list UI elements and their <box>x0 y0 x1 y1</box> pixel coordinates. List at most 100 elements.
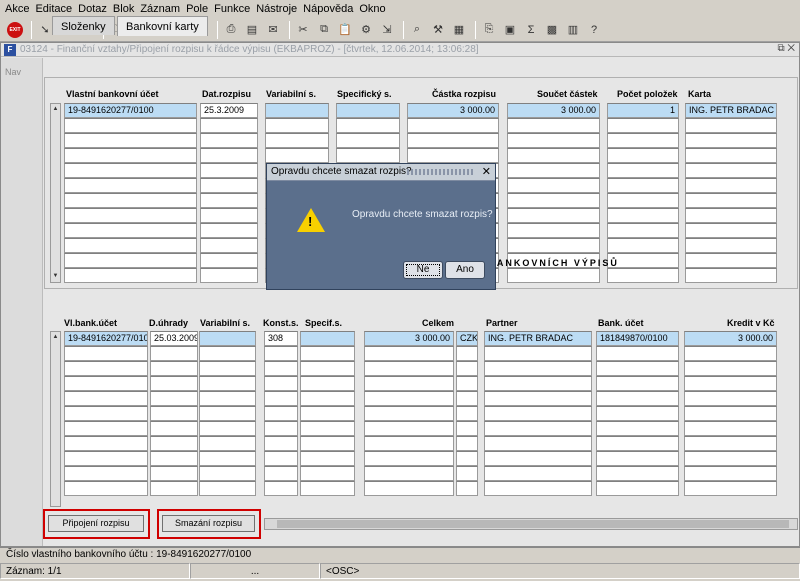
copy-icon[interactable]: ⧉ <box>315 21 333 39</box>
top-empty-cell[interactable] <box>607 118 679 133</box>
top-empty-cell[interactable] <box>507 223 600 238</box>
top-cell-spec[interactable] <box>336 103 400 118</box>
bottom-empty-cell[interactable] <box>150 361 198 376</box>
top-empty-cell[interactable] <box>507 133 600 148</box>
bottom-empty-cell[interactable] <box>596 346 679 361</box>
top-empty-cell[interactable] <box>200 268 258 283</box>
bottom-cell-account[interactable]: 19-8491620277/0100 <box>64 331 148 346</box>
top-empty-cell[interactable] <box>200 118 258 133</box>
bottom-empty-cell[interactable] <box>684 451 777 466</box>
top-empty-cell[interactable] <box>685 193 777 208</box>
bottom-empty-cell[interactable] <box>64 376 148 391</box>
bottom-empty-cell[interactable] <box>484 406 592 421</box>
top-empty-cell[interactable] <box>607 178 679 193</box>
top-empty-cell[interactable] <box>507 148 600 163</box>
bottom-cell-partner[interactable]: ING. PETR BRADAC <box>484 331 592 346</box>
top-empty-cell[interactable] <box>607 148 679 163</box>
bottom-cell-cur[interactable]: CZK <box>456 331 478 346</box>
bottom-empty-cell[interactable] <box>264 451 298 466</box>
bottom-empty-cell[interactable] <box>364 361 454 376</box>
menu-item-8[interactable]: Nápověda <box>300 3 356 15</box>
menu-item-5[interactable]: Pole <box>183 3 211 15</box>
cut-icon[interactable]: ✂ <box>294 21 312 39</box>
bottom-empty-cell[interactable] <box>456 421 478 436</box>
top-empty-cell[interactable] <box>407 118 499 133</box>
top-cell-amount[interactable]: 3 000.00 <box>407 103 499 118</box>
menu-item-0[interactable]: Akce <box>2 3 32 15</box>
report-icon[interactable]: ▣ <box>501 21 519 39</box>
calculator-icon[interactable]: ▥ <box>564 21 582 39</box>
bottom-empty-cell[interactable] <box>484 346 592 361</box>
top-empty-cell[interactable] <box>685 268 777 283</box>
exit-button[interactable]: EXIT <box>6 21 24 39</box>
bottom-empty-cell[interactable] <box>264 376 298 391</box>
top-empty-cell[interactable] <box>200 253 258 268</box>
top-empty-cell[interactable] <box>685 208 777 223</box>
top-empty-cell[interactable] <box>407 133 499 148</box>
sum-icon[interactable]: Σ <box>522 21 540 39</box>
bottom-empty-cell[interactable] <box>300 376 355 391</box>
top-empty-cell[interactable] <box>607 208 679 223</box>
top-empty-cell[interactable] <box>607 223 679 238</box>
bottom-empty-cell[interactable] <box>364 466 454 481</box>
top-empty-cell[interactable] <box>685 223 777 238</box>
bottom-empty-cell[interactable] <box>596 376 679 391</box>
bottom-empty-cell[interactable] <box>300 451 355 466</box>
bottom-empty-cell[interactable] <box>300 466 355 481</box>
bottom-empty-cell[interactable] <box>199 391 256 406</box>
bottom-empty-cell[interactable] <box>484 376 592 391</box>
top-empty-cell[interactable] <box>265 133 329 148</box>
top-cell-sum[interactable]: 3 000.00 <box>507 103 600 118</box>
bottom-empty-cell[interactable] <box>596 451 679 466</box>
top-empty-cell[interactable] <box>200 208 258 223</box>
top-empty-cell[interactable] <box>507 178 600 193</box>
top-empty-cell[interactable] <box>607 238 679 253</box>
bottom-empty-cell[interactable] <box>484 361 592 376</box>
scroll-down-arrow-icon[interactable]: ▼ <box>51 272 60 281</box>
bottom-empty-cell[interactable] <box>150 346 198 361</box>
menu-item-3[interactable]: Blok <box>110 3 137 15</box>
bottom-empty-cell[interactable] <box>150 436 198 451</box>
excel-icon[interactable]: ▩ <box>543 21 561 39</box>
bottom-empty-cell[interactable] <box>364 481 454 496</box>
bottom-empty-cell[interactable] <box>364 391 454 406</box>
top-empty-cell[interactable] <box>200 133 258 148</box>
bottom-empty-cell[interactable] <box>456 466 478 481</box>
bottom-empty-cell[interactable] <box>684 361 777 376</box>
bottom-empty-cell[interactable] <box>684 346 777 361</box>
bottom-empty-cell[interactable] <box>150 376 198 391</box>
menu-item-2[interactable]: Dotaz <box>75 3 110 15</box>
bottom-cell-total[interactable]: 3 000.00 <box>364 331 454 346</box>
bottom-empty-cell[interactable] <box>199 406 256 421</box>
top-empty-cell[interactable] <box>64 193 197 208</box>
scroll-thumb[interactable] <box>277 520 789 528</box>
bottom-empty-cell[interactable] <box>300 436 355 451</box>
nav-label[interactable]: Nav <box>5 67 21 77</box>
top-empty-cell[interactable] <box>64 163 197 178</box>
top-empty-cell[interactable] <box>607 163 679 178</box>
bottom-empty-cell[interactable] <box>150 481 198 496</box>
top-empty-cell[interactable] <box>64 238 197 253</box>
bottom-empty-cell[interactable] <box>150 406 198 421</box>
bottom-cell-date[interactable]: 25.03.2009 <box>150 331 198 346</box>
bottom-empty-cell[interactable] <box>264 361 298 376</box>
bottom-empty-cell[interactable] <box>300 421 355 436</box>
bottom-empty-cell[interactable] <box>300 481 355 496</box>
bottom-cell-var[interactable] <box>199 331 256 346</box>
attach-button[interactable]: Připojení rozpisu <box>48 515 144 532</box>
top-empty-cell[interactable] <box>407 148 499 163</box>
bottom-cell-credit[interactable]: 3 000.00 <box>684 331 777 346</box>
bottom-empty-cell[interactable] <box>264 346 298 361</box>
bottom-empty-cell[interactable] <box>484 436 592 451</box>
top-empty-cell[interactable] <box>200 148 258 163</box>
bottom-empty-cell[interactable] <box>199 436 256 451</box>
top-empty-cell[interactable] <box>685 118 777 133</box>
bottom-empty-cell[interactable] <box>199 361 256 376</box>
preview-icon[interactable]: ▤ <box>243 21 261 39</box>
top-empty-cell[interactable] <box>64 178 197 193</box>
bottom-empty-cell[interactable] <box>300 346 355 361</box>
bottom-cell-bank[interactable]: 181849870/0100 <box>596 331 679 346</box>
export-doc-icon[interactable]: ⎘ <box>480 21 498 39</box>
bottom-empty-cell[interactable] <box>199 421 256 436</box>
delete-button[interactable]: Smazání rozpisu <box>162 515 255 532</box>
